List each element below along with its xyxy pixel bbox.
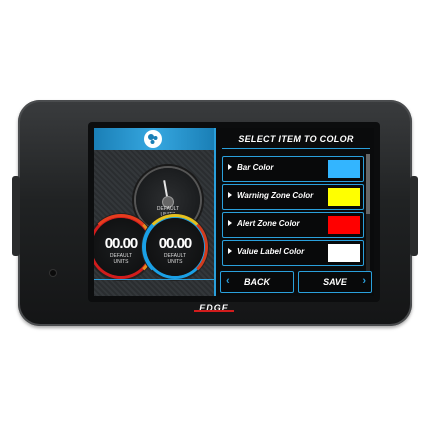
chevron-right-icon [228,164,232,170]
brand-logo: EDGE [188,300,240,316]
color-settings-panel: SELECT ITEM TO COLOR Bar Color Warning Z… [214,128,374,296]
list-scrollbar[interactable] [366,154,370,274]
chevron-right-icon [228,248,232,254]
gauge-preview-footer [94,279,214,296]
chevron-right-icon [228,192,232,198]
blue-gauge[interactable]: 00.00 DEFAULT UNITS [142,214,208,280]
color-item-warning-zone[interactable]: Warning Zone Color [222,184,364,210]
color-swatch [328,244,360,262]
color-item-label: Warning Zone Color [237,191,314,200]
color-item-value-label[interactable]: Value Label Color [222,240,364,266]
back-button-label: BACK [244,277,270,287]
back-button[interactable]: ‹ BACK [220,271,294,293]
color-item-alert-zone[interactable]: Alert Zone Color [222,212,364,238]
color-item-bar[interactable]: Bar Color [222,156,364,182]
panel-title: SELECT ITEM TO COLOR [238,134,354,144]
ambient-light-sensor [50,270,56,276]
color-item-label: Value Label Color [237,247,305,256]
color-swatch [328,188,360,206]
gauge-units-label: DEFAULT UNITS [109,253,133,265]
gauge-units-label: DEFAULT UNITS [163,253,187,265]
touch-screen: DEFAULT UNITS 00.00 DEFAULT UNITS 00.00 … [94,128,374,296]
left-mount-tab [12,176,20,256]
color-item-label: Bar Color [237,163,274,172]
scrollbar-thumb[interactable] [366,154,370,214]
chevron-right-icon [228,220,232,226]
gauge-preview-header [94,128,214,150]
gauge-layout-icon[interactable] [144,130,162,148]
gauge-value: 00.00 [158,235,193,252]
color-swatch [328,216,360,234]
save-button[interactable]: SAVE › [298,271,372,293]
gauge-preview-panel: DEFAULT UNITS 00.00 DEFAULT UNITS 00.00 … [94,128,214,296]
right-mount-tab [410,176,418,256]
save-button-label: SAVE [323,277,347,287]
chevron-right-icon: › [362,275,366,287]
color-swatch [328,160,360,178]
brand-logo-bar [194,310,234,312]
title-divider [222,148,370,149]
color-item-label: Alert Zone Color [237,219,300,228]
